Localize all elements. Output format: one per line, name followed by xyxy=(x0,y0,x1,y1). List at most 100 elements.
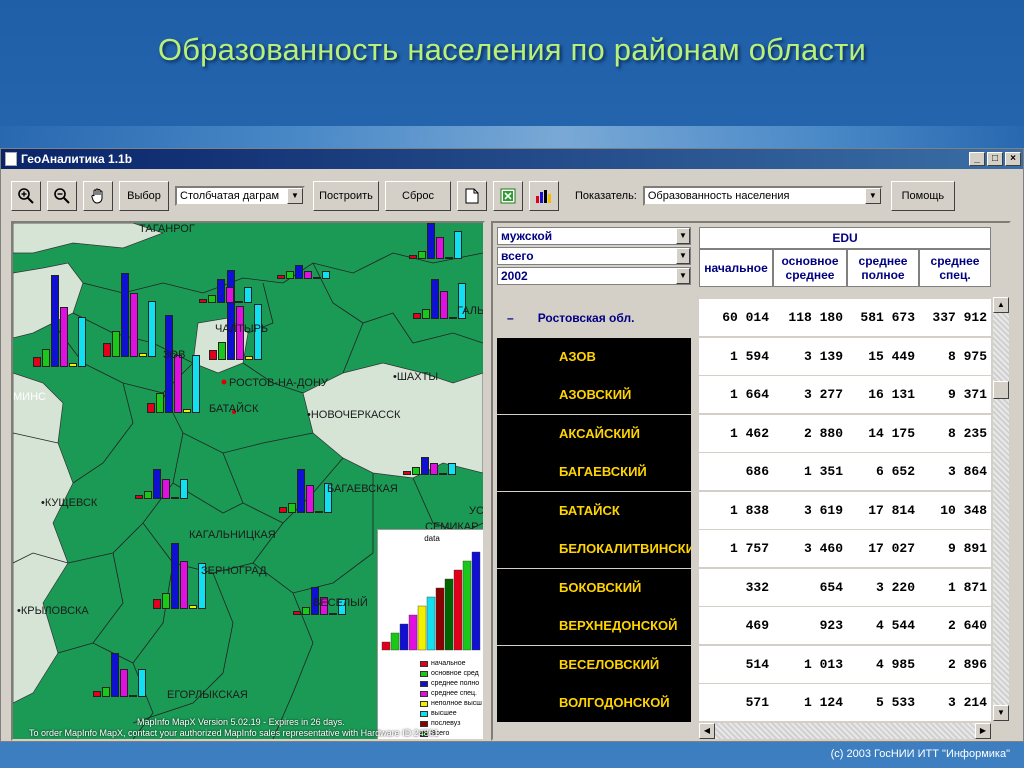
scope-filter[interactable]: всего ▼ xyxy=(497,247,691,265)
reset-button[interactable]: Сброс xyxy=(385,181,451,211)
close-button[interactable]: × xyxy=(1005,152,1021,166)
row-separator xyxy=(691,569,699,607)
table-cell[interactable]: 16 131 xyxy=(847,376,919,414)
map-bar xyxy=(427,223,435,259)
row-label[interactable]: БАТАЙСК xyxy=(497,492,691,530)
row-label[interactable]: БОКОВСКИЙ xyxy=(497,569,691,607)
table-cell[interactable]: 2 880 xyxy=(773,415,847,453)
table-cell[interactable]: 5 533 xyxy=(847,684,919,722)
table-cell[interactable]: 3 864 xyxy=(919,453,991,491)
table-cell[interactable]: 686 xyxy=(699,453,773,491)
excel-export-button[interactable] xyxy=(493,181,523,211)
table-cell[interactable]: 1 351 xyxy=(773,453,847,491)
select-button[interactable]: Выбор xyxy=(119,181,169,211)
chart-type-select[interactable]: Столбчатая даграм ▼ xyxy=(175,186,305,206)
column-header-primary[interactable]: начальное xyxy=(699,249,773,287)
row-label[interactable]: – Ростовская обл. xyxy=(497,299,691,337)
row-label[interactable]: АЗОВСКИЙ xyxy=(497,376,691,414)
table-cell[interactable]: 1 594 xyxy=(699,338,773,376)
new-document-button[interactable] xyxy=(457,181,487,211)
horizontal-scrollbar[interactable]: ◀ ▶ xyxy=(699,723,991,739)
table-cell[interactable]: 571 xyxy=(699,684,773,722)
table-cell[interactable]: 10 348 xyxy=(919,492,991,530)
scroll-up-icon[interactable]: ▲ xyxy=(993,297,1009,313)
table-cell[interactable]: 9 891 xyxy=(919,530,991,568)
table-cell[interactable]: 15 449 xyxy=(847,338,919,376)
zoom-in-button[interactable] xyxy=(11,181,41,211)
scroll-down-icon[interactable]: ▼ xyxy=(993,705,1009,721)
table-cell[interactable]: 2 640 xyxy=(919,607,991,645)
table-cell[interactable]: 2 896 xyxy=(919,646,991,684)
table-cell[interactable]: 3 214 xyxy=(919,684,991,722)
row-label[interactable]: ВОЛГОДОНСКОЙ xyxy=(497,684,691,722)
indicator-select[interactable]: Образованность населения ▼ xyxy=(642,186,883,206)
scroll-thumb[interactable] xyxy=(993,381,1009,399)
chevron-down-icon[interactable]: ▼ xyxy=(676,268,690,284)
table-cell[interactable]: 332 xyxy=(699,569,773,607)
table-cell[interactable]: 1 462 xyxy=(699,415,773,453)
table-cell[interactable]: 4 544 xyxy=(847,607,919,645)
vertical-scrollbar[interactable]: ▲ ▼ xyxy=(993,297,1009,721)
map-label-chaltyr: ЧАЛТЫРЬ xyxy=(215,323,269,335)
table-cell[interactable]: 1 664 xyxy=(699,376,773,414)
table-cell[interactable]: 8 975 xyxy=(919,338,991,376)
legend-item: начальное xyxy=(420,660,466,667)
zoom-out-button[interactable] xyxy=(47,181,77,211)
map-label-taganrog: ТАГАНРОГ xyxy=(139,223,195,235)
table-cell[interactable]: 469 xyxy=(699,607,773,645)
column-header-basic-secondary[interactable]: основное среднее xyxy=(773,249,847,287)
table-cell[interactable]: 14 175 xyxy=(847,415,919,453)
column-header-full-secondary[interactable]: среднее полное xyxy=(847,249,919,287)
table-cell[interactable]: 1 871 xyxy=(919,569,991,607)
row-label[interactable]: ВЕРХНЕДОНСКОЙ xyxy=(497,607,691,645)
indicator-value: Образованность населения xyxy=(647,190,790,202)
chart-button[interactable] xyxy=(529,181,559,211)
toolbar: Выбор Столбчатая даграм ▼ Построить Сбро… xyxy=(11,179,1017,213)
table-cell[interactable]: 1 013 xyxy=(773,646,847,684)
table-cell[interactable]: 6 652 xyxy=(847,453,919,491)
row-label[interactable]: АЗОВ xyxy=(497,338,691,376)
table-cell[interactable]: 514 xyxy=(699,646,773,684)
table-cell[interactable]: 3 460 xyxy=(773,530,847,568)
pan-button[interactable] xyxy=(83,181,113,211)
help-button[interactable]: Помощь xyxy=(890,181,955,211)
table-cell[interactable]: 337 912 xyxy=(919,299,991,337)
table-cell[interactable]: 4 985 xyxy=(847,646,919,684)
table-cell[interactable]: 60 014 xyxy=(699,299,773,337)
map-label-bataysk: БАТАЙСК xyxy=(209,403,259,415)
chevron-down-icon[interactable]: ▼ xyxy=(676,228,690,244)
column-header-vocational[interactable]: среднее спец. xyxy=(919,249,991,287)
table-cell[interactable]: 9 371 xyxy=(919,376,991,414)
table-cell[interactable]: 923 xyxy=(773,607,847,645)
table-cell[interactable]: 17 027 xyxy=(847,530,919,568)
table-cell[interactable]: 654 xyxy=(773,569,847,607)
row-label[interactable]: АКСАЙСКИЙ xyxy=(497,415,691,453)
row-label[interactable]: БЕЛОКАЛИТВИНСКИЙ xyxy=(497,530,704,568)
row-label[interactable]: БАГАЕВСКИЙ xyxy=(497,453,691,491)
map-bar xyxy=(42,349,50,367)
collapse-icon[interactable]: – xyxy=(507,311,514,325)
table-cell[interactable]: 581 673 xyxy=(847,299,919,337)
minimize-button[interactable]: _ xyxy=(969,152,985,166)
row-label[interactable]: ВЕСЕЛОВСКИЙ xyxy=(497,646,691,684)
scroll-left-icon[interactable]: ◀ xyxy=(699,723,715,739)
scroll-right-icon[interactable]: ▶ xyxy=(975,723,991,739)
table-cell[interactable]: 118 180 xyxy=(773,299,847,337)
build-button[interactable]: Построить xyxy=(313,181,379,211)
table-cell[interactable]: 3 139 xyxy=(773,338,847,376)
chevron-down-icon[interactable]: ▼ xyxy=(676,248,690,264)
table-cell[interactable]: 17 814 xyxy=(847,492,919,530)
table-cell[interactable]: 3 277 xyxy=(773,376,847,414)
table-cell[interactable]: 1 757 xyxy=(699,530,773,568)
sex-filter[interactable]: мужской ▼ xyxy=(497,227,691,245)
table-cell[interactable]: 8 235 xyxy=(919,415,991,453)
maximize-button[interactable]: □ xyxy=(987,152,1003,166)
table-cell[interactable]: 1 838 xyxy=(699,492,773,530)
chevron-down-icon[interactable]: ▼ xyxy=(864,188,881,204)
table-cell[interactable]: 3 619 xyxy=(773,492,847,530)
table-cell[interactable]: 1 124 xyxy=(773,684,847,722)
year-filter[interactable]: 2002 ▼ xyxy=(497,267,691,285)
map-view[interactable]: ТАГАНРОГ ЧАЛТЫРЬ РОСТОВ-НА-ДОНУ БАТАЙСК … xyxy=(11,221,485,741)
table-cell[interactable]: 3 220 xyxy=(847,569,919,607)
chevron-down-icon[interactable]: ▼ xyxy=(287,188,303,204)
